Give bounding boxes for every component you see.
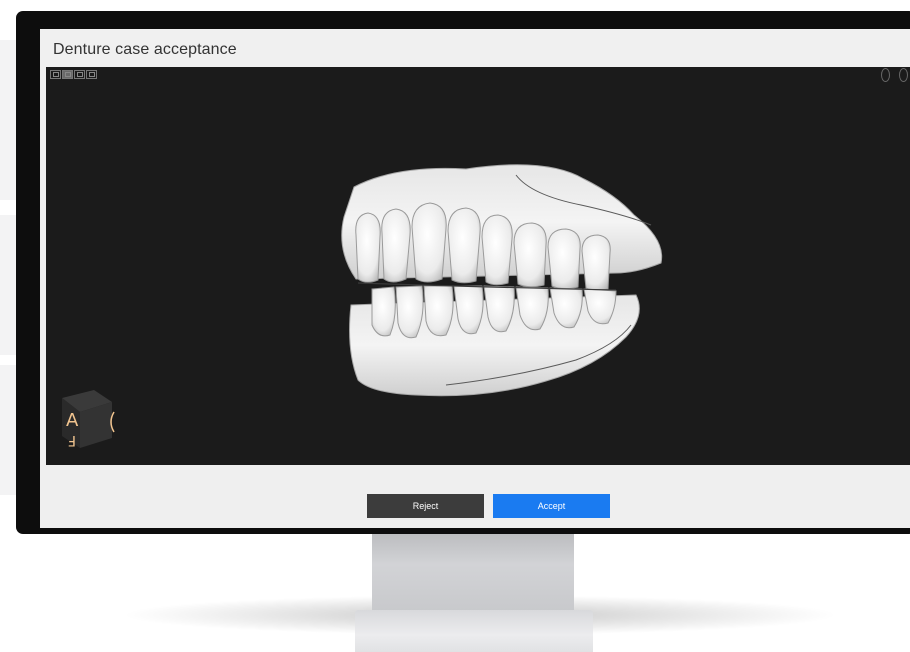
- nav-cube-label-f: F: [68, 432, 76, 448]
- window-title: Denture case acceptance: [53, 41, 237, 58]
- reject-button[interactable]: Reject: [367, 494, 484, 518]
- view-mode-3-icon[interactable]: [74, 70, 85, 79]
- orientation-indicators: [881, 68, 910, 82]
- accept-button[interactable]: Accept: [493, 494, 610, 518]
- 3d-viewport[interactable]: A F: [46, 67, 910, 465]
- monitor: Denture case acceptance A F Reject Accep…: [16, 11, 910, 534]
- 3d-denture-model[interactable]: [316, 155, 671, 403]
- app-window: Denture case acceptance A F Reject Accep…: [40, 29, 910, 528]
- view-mode-toolbar: [50, 70, 97, 79]
- monitor-stand-base: [355, 610, 593, 652]
- action-bar: Reject Accept: [40, 465, 910, 528]
- navigation-cube[interactable]: A F: [54, 384, 118, 450]
- view-mode-1-icon[interactable]: [50, 70, 61, 79]
- rotation-y-icon: [899, 68, 908, 82]
- view-mode-4-icon[interactable]: [86, 70, 97, 79]
- view-mode-2-icon[interactable]: [62, 70, 73, 79]
- rotation-x-icon: [881, 68, 890, 82]
- nav-cube-label-a: A: [66, 410, 79, 431]
- monitor-stand: [372, 530, 574, 616]
- title-bar: Denture case acceptance: [40, 29, 910, 67]
